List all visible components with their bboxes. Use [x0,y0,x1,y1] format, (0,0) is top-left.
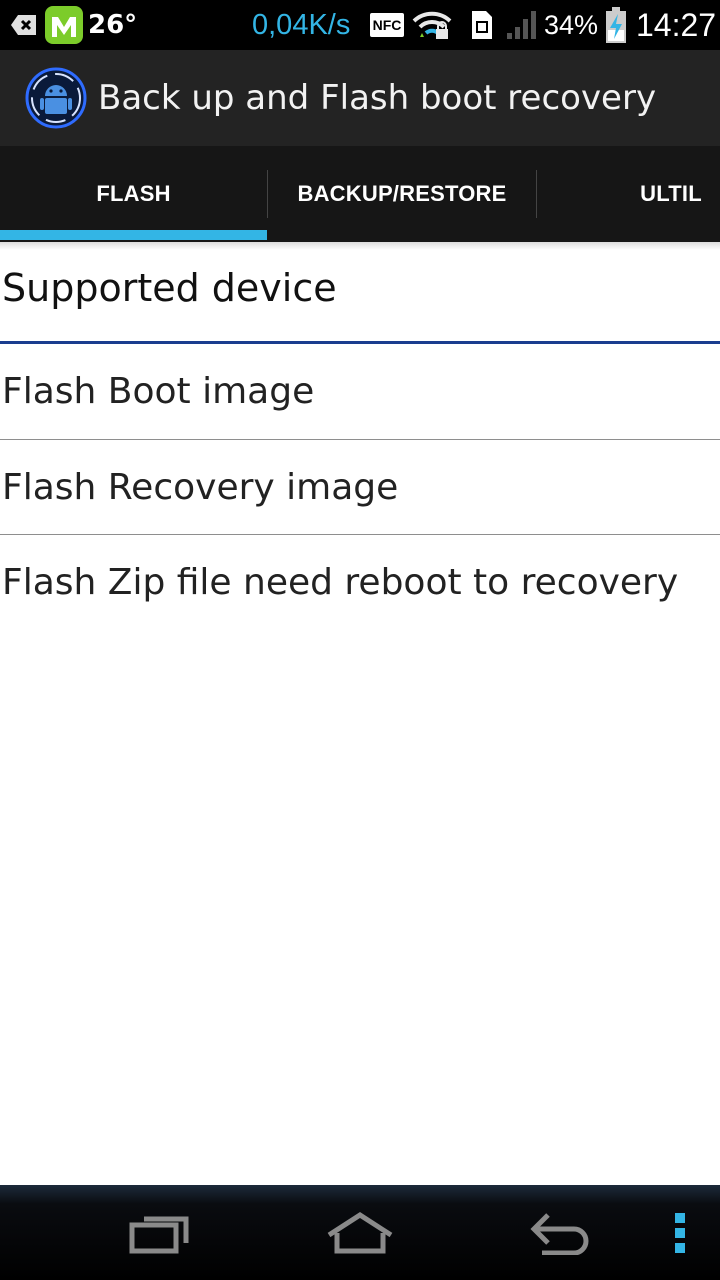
list-item-label: Flash Zip file need reboot to recovery [2,562,679,603]
list-item-flash-recovery-image[interactable]: Flash Recovery image [0,440,720,535]
m-app-icon [44,0,84,50]
sim-card-icon [470,0,494,50]
list-item-label: Flash Boot image [2,371,315,412]
tab-ultil[interactable]: ULTIL [537,146,720,242]
status-bar: 26° 0,04K/s NFC 34% 14:27 [0,0,720,50]
list-item-flash-boot-image[interactable]: Flash Boot image [0,344,720,439]
nfc-label: NFC [370,13,404,37]
tab-bar: FLASH BACKUP/RESTORE ULTIL [0,146,720,242]
list-item-flash-zip-file[interactable]: Flash Zip file need reboot to recovery [0,535,720,630]
overflow-menu-icon[interactable] [660,1185,700,1280]
home-icon[interactable] [298,1185,422,1280]
list-item-label: Flash Recovery image [2,467,399,508]
temperature-text: 26° [88,10,138,40]
wifi-icon [412,0,452,50]
recent-apps-icon[interactable] [100,1185,220,1280]
clock-text: 14:27 [636,6,717,43]
section-header-supported-device: Supported device [2,266,337,310]
android-app-icon[interactable] [24,66,88,130]
back-icon[interactable] [500,1185,620,1280]
battery-percent-text: 34% [544,9,599,40]
back-badge-icon [10,0,38,50]
navigation-bar [0,1185,720,1280]
nfc-icon: NFC [370,0,404,50]
tab-backup-restore[interactable]: BACKUP/RESTORE [268,146,536,242]
tab-flash[interactable]: FLASH [0,146,267,242]
battery-charging-icon [604,0,628,50]
signal-icon [505,0,539,50]
selected-tab-indicator [0,230,267,240]
app-title: Back up and Flash boot recovery [98,78,657,118]
tab-bar-shadow [0,242,720,250]
action-bar: Back up and Flash boot recovery [0,50,720,146]
network-speed-text: 0,04K/s [252,8,351,41]
